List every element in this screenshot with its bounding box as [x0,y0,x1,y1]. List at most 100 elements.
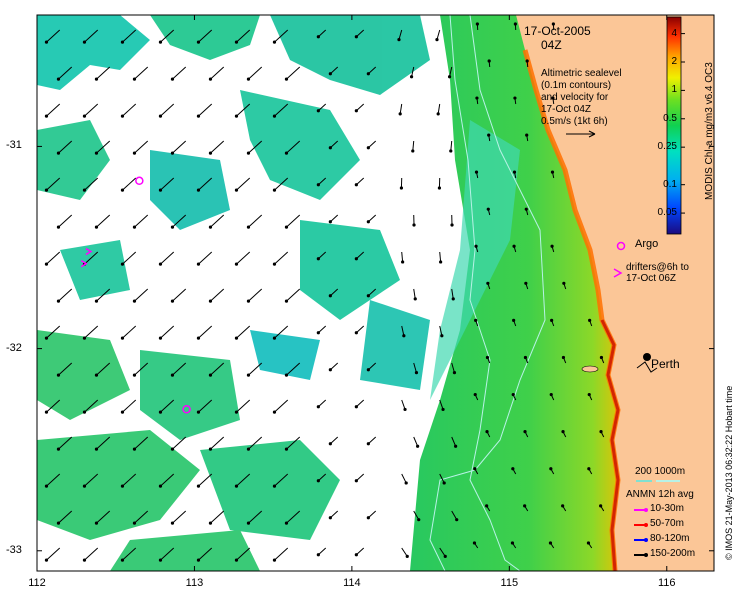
velocity-arrow-head [328,442,332,446]
velocity-arrow-head [170,299,175,303]
velocity-arrow-head [44,558,49,562]
velocity-arrow-head [399,186,404,190]
velocity-arrow-head [82,114,87,118]
velocity-arrow-head [511,467,515,471]
velocity-arrow-head [510,541,515,545]
velocity-arrow-head [525,59,529,63]
map-figure [36,14,715,572]
velocity-arrow-head [94,447,99,451]
drifter-legend-label-2: 17-Oct 06Z [626,273,677,284]
x-tick-label: 112 [28,577,46,589]
velocity-arrow-head [354,405,358,409]
velocity-arrow-head [485,504,489,508]
velocity-arrow-head [401,260,405,264]
velocity-arrow-head [132,77,137,81]
velocity-arrow-head [120,410,125,414]
velocity-arrow-head [409,75,414,79]
velocity-arrow-head [158,40,163,44]
velocity-arrow-head [366,72,370,76]
colorbar-tick-label: 0.05 [657,207,677,219]
velocity-arrow-head [120,484,125,488]
velocity-arrow-head [447,75,452,79]
velocity-arrow-head [561,504,565,508]
velocity-arrow-head [170,521,175,525]
velocity-arrow-head [196,262,201,266]
velocity-arrow-head [354,331,358,335]
velocity-arrow-head [512,318,516,322]
velocity-arrow-head [473,467,477,471]
velocity-arrow-head [414,371,419,375]
y-tick-label: -32 [6,341,22,354]
velocity-arrow-head [486,281,490,285]
velocity-arrow-head [550,318,554,322]
velocity-arrow-head [120,188,125,192]
velocity-arrow-head [402,334,406,338]
velocity-arrow-head [196,188,201,192]
x-tick-label: 114 [343,577,361,589]
velocity-arrow-head [403,407,407,412]
velocity-arrow-head [56,225,61,229]
altimetry-line-3: and velocity for [541,92,609,103]
velocity-arrow-head [512,244,516,248]
velocity-arrow-head [316,479,320,483]
velocity-arrow-head [158,336,163,340]
velocity-arrow-head [56,77,61,81]
velocity-arrow-head [82,558,87,562]
velocity-arrow-head [512,170,517,174]
velocity-arrow-head [82,188,87,192]
velocity-arrow-head [474,170,479,174]
velocity-arrow-head [442,481,446,485]
velocity-arrow-head [474,318,478,322]
velocity-arrow-head [475,96,479,100]
velocity-arrow-head [246,373,251,377]
velocity-arrow-head [485,430,489,434]
velocity-arrow-head [550,244,554,248]
anmn-item-4: 150-200m [650,548,696,559]
velocity-arrow-head [550,170,555,174]
velocity-arrow-head [413,297,417,301]
velocity-arrow-head [82,40,87,44]
velocity-arrow-head [208,77,213,81]
x-tick-label: 115 [500,577,519,589]
colorbar [666,16,682,235]
velocity-arrow-head [599,355,604,360]
velocity-arrow-head [284,373,289,377]
velocity-arrow-head [524,281,528,285]
velocity-arrow-head [208,373,213,377]
velocity-arrow-head [132,521,137,525]
velocity-arrow-head [132,447,137,451]
velocity-arrow-head [588,318,592,322]
velocity-arrow-head [284,77,289,81]
altimetry-line-2: (0.1m contours) [541,80,612,91]
velocity-arrow-head [44,262,49,266]
velocity-arrow-head [475,22,479,26]
velocity-arrow-head [208,521,213,525]
velocity-arrow-head [524,207,528,211]
colorbar-tick-label: 0.1 [663,178,677,190]
velocity-arrow-head [354,479,358,483]
velocity-arrow-head [366,220,370,224]
velocity-arrow-head [439,260,443,264]
velocity-arrow-head [158,114,163,118]
velocity-arrow-head [548,541,553,545]
velocity-arrow-head [525,133,529,137]
colorbar-tick-label: 1 [671,84,677,96]
velocity-arrow-head [56,447,61,451]
velocity-arrow-head [366,294,370,298]
credit-line: © IMOS 21-May-2013 06:32:22 Hobart time [724,385,734,560]
velocity-arrow-head [170,373,175,377]
velocity-arrow-head [82,410,87,414]
velocity-arrow-head [234,114,239,118]
velocity-arrow-head [246,447,251,451]
velocity-arrow-head [44,188,49,192]
velocity-arrow-head [158,410,163,414]
velocity-arrow-head [132,151,137,155]
velocity-arrow-head [561,430,565,434]
velocity-arrow-head [452,371,457,375]
x-tick-label: 113 [185,577,204,589]
altimetry-note: Altimetric sealevel (0.1m contours) and … [541,68,622,128]
velocity-arrow-head [316,183,320,187]
anmn-legend-title: ANMN 12h avg [626,489,694,500]
velocity-arrow-head [354,183,358,187]
x-tick-label: 116 [657,577,676,589]
